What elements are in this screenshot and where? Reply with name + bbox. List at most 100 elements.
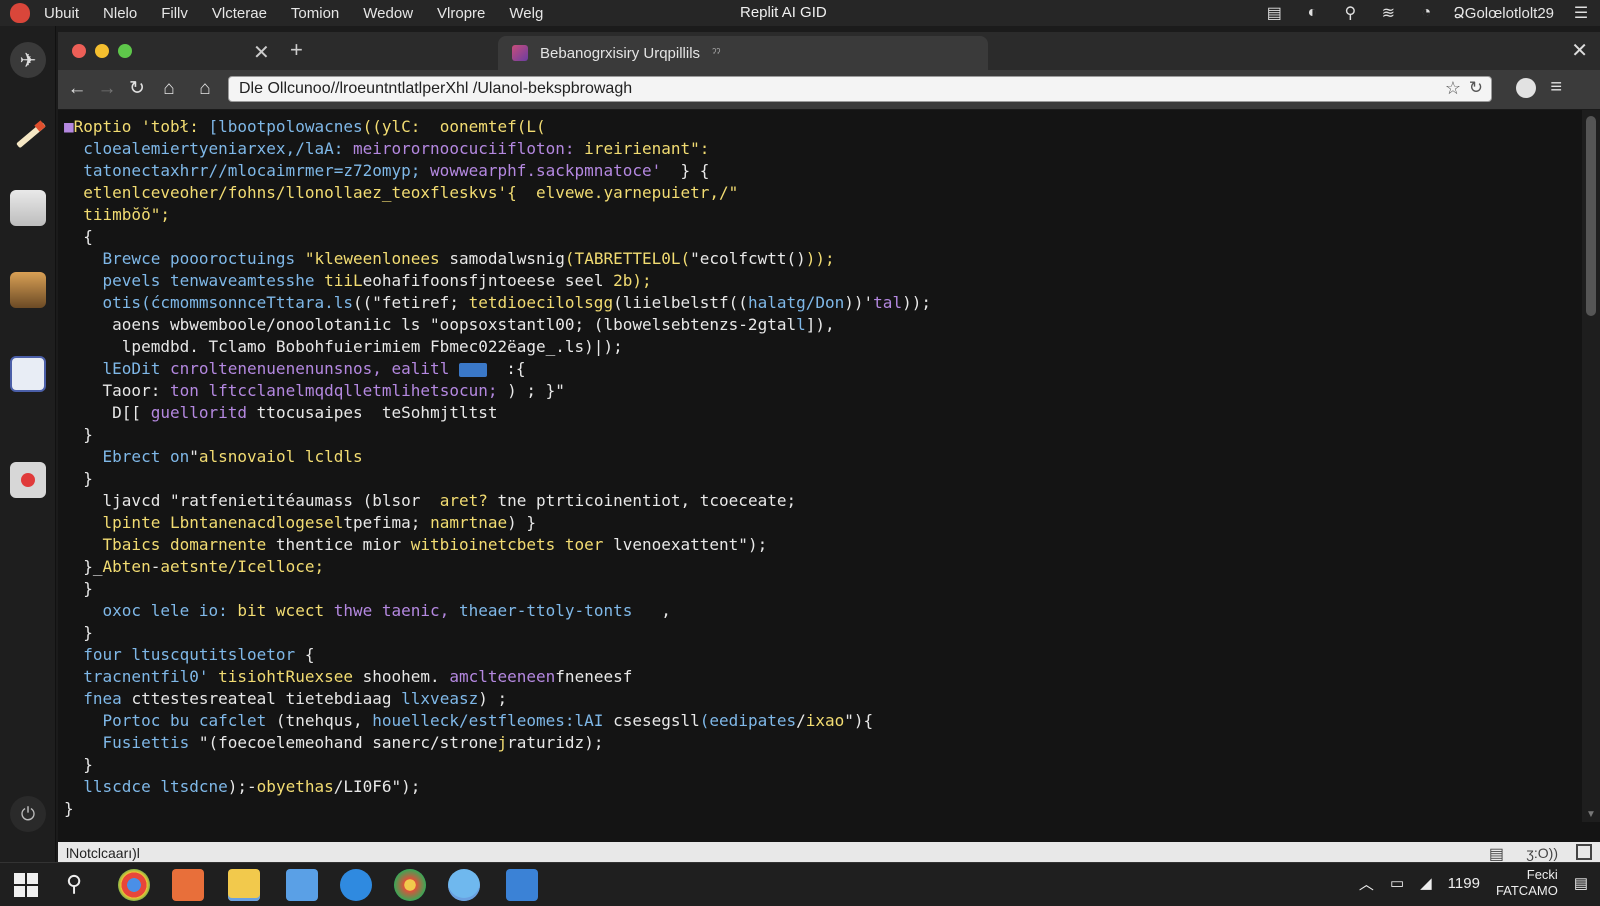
- vertical-scrollbar[interactable]: ▼: [1582, 110, 1600, 822]
- menu-item-2[interactable]: Fillv: [161, 5, 188, 22]
- calendar-app-icon[interactable]: [10, 356, 46, 392]
- menu-item-0[interactable]: Ubuit: [44, 5, 79, 22]
- code-line: four ltuscqutitsloetor {: [64, 645, 315, 664]
- code-line: otis(ćcmommsonnceTttara.ls(("fetiref; te…: [64, 293, 931, 312]
- browser-toolbar: ← → ↻ ⌂ ⌂ ☆ ↻ ≡: [58, 70, 1600, 110]
- status-text: lNotclcaarı)l: [66, 845, 140, 861]
- close-icon[interactable]: ✕: [1571, 38, 1588, 63]
- settings-app-icon[interactable]: ⏻: [10, 796, 46, 832]
- code-line: Taoor: ton lftcclanelmqdqlletmlihetsocun…: [64, 381, 565, 400]
- tray-counter[interactable]: 1199: [1448, 875, 1480, 892]
- status-icon[interactable]: ◔: [1415, 2, 1437, 24]
- dock: ✈ ⏻: [0, 26, 56, 862]
- window-manager-icon[interactable]: ▤: [1263, 2, 1285, 24]
- reload-icon[interactable]: ↻: [126, 78, 148, 100]
- clock[interactable]: Fecki FATCAMO: [1496, 867, 1558, 899]
- inline-widget-icon[interactable]: [458, 362, 487, 377]
- url-input[interactable]: [239, 79, 1419, 99]
- code-line: Fusiettis "(foecoelemeohand sanerc/stron…: [64, 733, 604, 752]
- star-icon[interactable]: ☆: [1445, 78, 1461, 99]
- favicon-icon: [512, 45, 528, 61]
- document-app-icon[interactable]: [10, 190, 46, 226]
- windows-start-icon[interactable]: [14, 873, 38, 897]
- menu-item-7[interactable]: Welg: [509, 5, 543, 22]
- status-indicator[interactable]: ʒ:O)): [1526, 845, 1558, 861]
- expand-icon[interactable]: [1576, 844, 1592, 860]
- hamburger-icon[interactable]: ☰: [1570, 2, 1592, 24]
- search-icon[interactable]: ⚲: [66, 871, 82, 897]
- menu-item-4[interactable]: Tomion: [291, 5, 339, 22]
- menu-item-1[interactable]: Nlelo: [103, 5, 137, 22]
- system-tray: ︿ ▭ ◢ 1199 Fecki FATCAMO ▤: [1359, 867, 1588, 899]
- apple-icon[interactable]: [10, 3, 30, 23]
- wifi-icon[interactable]: ≋: [1377, 2, 1399, 24]
- menu-item-3[interactable]: Vlcterae: [212, 5, 267, 22]
- code-line: ljavcd "ratfenietitéaumass (blsor aret? …: [64, 491, 797, 510]
- code-line: }: [64, 579, 93, 598]
- code-line: llscdce ltsdcne);-obyethas/LI0F6");: [64, 777, 421, 796]
- refresh-icon[interactable]: ↻: [1469, 78, 1483, 98]
- code-line: }: [64, 799, 74, 818]
- extension-icon[interactable]: [1516, 78, 1536, 98]
- bookmark-home-icon[interactable]: ⌂: [194, 78, 216, 100]
- chevron-up-icon[interactable]: ︿: [1359, 873, 1374, 894]
- globe-icon[interactable]: ◐: [1301, 2, 1323, 24]
- maximize-window-icon[interactable]: [118, 44, 132, 58]
- scroll-down-icon[interactable]: ▼: [1586, 809, 1596, 820]
- tab-active[interactable]: Bebanogrxisiry Urqpillils ˀˀ: [498, 36, 988, 70]
- document-icon[interactable]: ▤: [1489, 844, 1504, 864]
- clock-line-1: Fecki: [1526, 867, 1558, 882]
- code-line: fnea cttestesreateal tietebdiaag llxveas…: [64, 689, 508, 708]
- code-line: }: [64, 425, 93, 444]
- scrollbar-thumb[interactable]: [1586, 116, 1596, 316]
- app-title: Replit AI GID: [740, 4, 827, 21]
- address-bar[interactable]: ☆ ↻: [228, 76, 1492, 102]
- bird-app-icon[interactable]: ✈: [10, 42, 46, 78]
- code-editor[interactable]: ■Roptio 'tobł: [lbootpolowacnes((ylC: oo…: [58, 110, 1600, 842]
- home-icon[interactable]: ⌂: [158, 78, 180, 100]
- code-line: }: [64, 623, 93, 642]
- record-app-icon[interactable]: [10, 462, 46, 498]
- close-window-icon[interactable]: [72, 44, 86, 58]
- chrome-icon[interactable]: [118, 869, 150, 901]
- new-tab-icon[interactable]: +: [290, 37, 303, 63]
- code-line: oxoc lele io: bit wcect thwe taenic, the…: [64, 601, 671, 620]
- code-content[interactable]: ■Roptio 'tobł: [lbootpolowacnes((ylC: oo…: [64, 116, 1544, 842]
- code-line: }: [64, 469, 93, 488]
- code-line: cloealemiertyeniarxex,/laA: meirorornooc…: [64, 139, 710, 158]
- menu-item-6[interactable]: Vlropre: [437, 5, 485, 22]
- browser-window: ✕ + Bebanogrxisiry Urqpillils ˀˀ ✕ ← → ↻…: [58, 32, 1600, 866]
- network-icon[interactable]: [448, 869, 480, 901]
- code-line: pevels tenwaveamtesshe tiiLeohafifoonsfj…: [64, 271, 652, 290]
- photos-icon[interactable]: [394, 869, 426, 901]
- notification-icon[interactable]: ▤: [1574, 874, 1588, 892]
- photo-app-icon[interactable]: [10, 272, 46, 308]
- search-icon[interactable]: ⚲: [1339, 2, 1361, 24]
- folder-icon[interactable]: [228, 869, 260, 901]
- menu-bar: Ubuit Nlelo Fillv Vlcterae Tomion Wedow …: [0, 0, 1600, 26]
- code-line: lEoDit cnroltenenuenenunsnos, ealitl :{: [64, 359, 526, 378]
- code-line: Portoc bu cafclet (tnehqus, houelleck/es…: [64, 711, 874, 730]
- menubar-clock[interactable]: ՁGolœlotlolt29: [1453, 4, 1554, 22]
- volume-icon[interactable]: ◢: [1420, 874, 1432, 892]
- store-icon[interactable]: [506, 869, 538, 901]
- taskbar: ⚲ ︿ ▭ ◢ 1199 Fecki FATCAMO ▤: [0, 862, 1600, 906]
- monitor-icon[interactable]: ▭: [1390, 874, 1404, 892]
- code-line: lpinte Lbntanenacdlogeseltpefima; namrtn…: [64, 513, 537, 532]
- notes-icon[interactable]: [286, 869, 318, 901]
- browser-app-icon[interactable]: [172, 869, 204, 901]
- forward-arrow-icon[interactable]: →: [96, 78, 118, 100]
- code-line: Tbaics domarnente thentice mior witbioin…: [64, 535, 768, 554]
- code-line: Brewce poooroctuings "kleweenlonees samo…: [64, 249, 835, 268]
- menu-item-5[interactable]: Wedow: [363, 5, 413, 22]
- browser-menu-icon[interactable]: ≡: [1550, 76, 1562, 99]
- minimize-window-icon[interactable]: [95, 44, 109, 58]
- close-tab-icon[interactable]: ✕: [253, 40, 270, 65]
- code-line: tatonectaxhrr//mlocaimrmer=z72omyp; woww…: [64, 161, 710, 180]
- back-arrow-icon[interactable]: ←: [66, 78, 88, 100]
- pencil-app-icon[interactable]: [10, 118, 46, 154]
- window-controls: [72, 44, 132, 58]
- mail-icon[interactable]: [340, 869, 372, 901]
- code-line: }: [64, 755, 93, 774]
- code-line: }_Abten-aetsnte/Icelloce;: [64, 557, 325, 576]
